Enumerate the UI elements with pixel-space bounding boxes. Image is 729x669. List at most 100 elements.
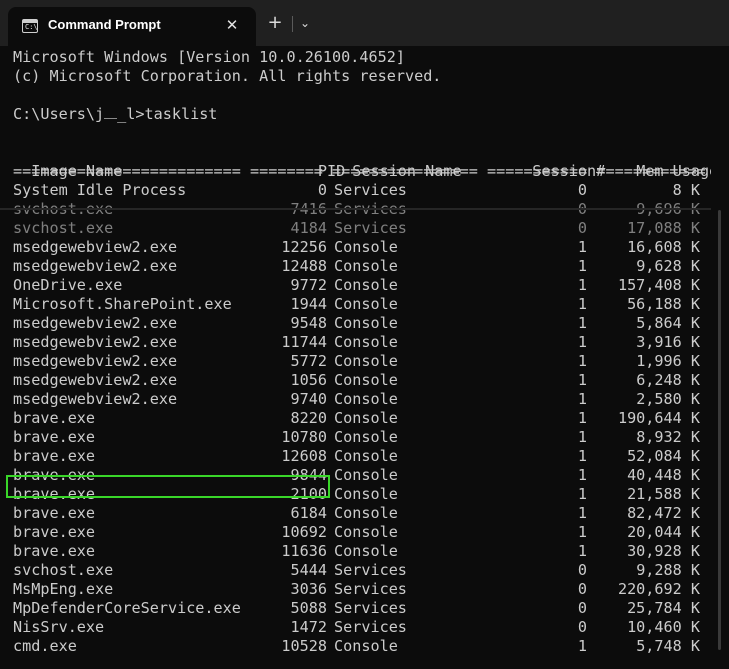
- process-mem-usage: 6,248 K: [636, 371, 700, 389]
- process-row: msedgewebview2.exe 12256 Console 1 16,608 K: [13, 238, 700, 257]
- title-bar: C:\ Command Prompt ✕ + ⌄: [0, 0, 729, 46]
- process-mem-usage: 21,588 K: [627, 485, 700, 503]
- process-pid: 12488: [281, 257, 327, 275]
- process-session-number: 1: [577, 295, 587, 313]
- cmd-icon: C:\: [22, 19, 38, 33]
- process-session-name: Console: [334, 371, 398, 389]
- process-row: msedgewebview2.exe 9548 Console 1 5,864 K: [13, 314, 700, 333]
- process-pid: 12256: [281, 238, 327, 256]
- process-mem-usage: 10,460 K: [627, 618, 700, 636]
- process-session-name: Console: [334, 428, 398, 446]
- new-tab-button[interactable]: +: [264, 12, 286, 34]
- process-name: MpDefenderCoreService.exe: [13, 599, 241, 617]
- chevron-down-icon[interactable]: ⌄: [296, 12, 314, 34]
- process-row: NisSrv.exe 1472 Services 0 10,460 K: [13, 618, 700, 637]
- process-row: brave.exe 10692 Console 1 20,044 K: [13, 523, 700, 542]
- process-mem-usage: 8,932 K: [636, 428, 700, 446]
- process-session-number: 0: [577, 561, 587, 579]
- process-pid: 9548: [290, 314, 327, 332]
- process-mem-usage: 190,644 K: [617, 409, 700, 427]
- process-mem-usage: 1,996 K: [636, 352, 700, 370]
- table-header: Image Name PID Session Name Session# Mem Usa…: [13, 143, 718, 180]
- tab-command-prompt[interactable]: C:\ Command Prompt ✕: [8, 7, 256, 46]
- process-session-name: Console: [334, 466, 398, 484]
- process-session-number: 1: [577, 314, 587, 332]
- process-session-name: Console: [334, 295, 398, 313]
- process-session-name: Console: [334, 352, 398, 370]
- process-mem-usage: 56,188 K: [627, 295, 700, 313]
- process-session-number: 0: [577, 580, 587, 598]
- process-pid: 1944: [290, 295, 327, 313]
- process-session-number: 1: [577, 447, 587, 465]
- process-mem-usage: 30,928 K: [627, 542, 700, 560]
- process-row: MsMpEng.exe 3036 Services 0 220,692 K: [13, 580, 700, 599]
- process-name: NisSrv.exe: [13, 618, 105, 636]
- redacted-text: [104, 110, 118, 119]
- process-session-name: Console: [334, 390, 398, 408]
- close-tab-icon[interactable]: ✕: [220, 14, 244, 36]
- process-row: brave.exe 6184 Console 1 82,472 K: [13, 504, 700, 523]
- process-session-number: 1: [577, 333, 587, 351]
- process-mem-usage: 2,580 K: [636, 390, 700, 408]
- process-mem-usage: 16,608 K: [627, 238, 700, 256]
- process-pid: 10692: [281, 523, 327, 541]
- command-prompt-line: C:\Users\j _l>tasklist: [13, 105, 217, 124]
- process-pid: 5772: [290, 352, 327, 370]
- process-name: cmd.exe: [13, 637, 77, 655]
- process-name: msedgewebview2.exe: [13, 333, 178, 351]
- process-row: msedgewebview2.exe 12488 Console 1 9,628 K: [13, 257, 700, 276]
- process-session-number: 0: [577, 599, 587, 617]
- process-session-name: Services: [334, 618, 407, 636]
- process-name: msedgewebview2.exe: [13, 390, 178, 408]
- process-name: Microsoft.SharePoint.exe: [13, 295, 232, 313]
- process-session-name: Services: [334, 580, 407, 598]
- process-name: msedgewebview2.exe: [13, 352, 178, 370]
- prompt-command: _l>tasklist: [117, 105, 218, 123]
- process-session-number: 1: [577, 542, 587, 560]
- process-name: msedgewebview2.exe: [13, 238, 178, 256]
- process-mem-usage: 9,288 K: [636, 561, 700, 579]
- process-pid: 5444: [290, 561, 327, 579]
- process-session-name: Services: [334, 561, 407, 579]
- process-session-number: 1: [577, 637, 587, 655]
- process-pid: 9740: [290, 390, 327, 408]
- process-session-name: Console: [334, 333, 398, 351]
- process-session-number: 1: [577, 352, 587, 370]
- process-mem-usage: 157,408 K: [617, 276, 700, 294]
- process-pid: 1472: [290, 618, 327, 636]
- process-mem-usage: 52,084 K: [627, 447, 700, 465]
- process-session-number: 1: [577, 371, 587, 389]
- process-session-number: 0: [577, 618, 587, 636]
- process-pid: 5088: [290, 599, 327, 617]
- process-session-name: Services: [334, 599, 407, 617]
- scrollbar-thumb[interactable]: [718, 210, 721, 650]
- process-row: brave.exe 12608 Console 1 52,084 K: [13, 447, 700, 466]
- process-session-number: 1: [577, 409, 587, 427]
- process-session-number: 1: [577, 428, 587, 446]
- process-row: msedgewebview2.exe 5772 Console 1 1,996 K: [13, 352, 700, 371]
- process-name: brave.exe: [13, 504, 96, 522]
- process-pid: 10780: [281, 428, 327, 446]
- process-session-number: 1: [577, 257, 587, 275]
- process-session-name: Console: [334, 257, 398, 275]
- process-name: System Idle Process: [13, 181, 187, 199]
- process-session-name: Console: [334, 542, 398, 560]
- process-mem-usage: 8 K: [672, 181, 700, 199]
- process-row: brave.exe 10780 Console 1 8,932 K: [13, 428, 700, 447]
- process-name: msedgewebview2.exe: [13, 314, 178, 332]
- process-session-name: Console: [334, 504, 398, 522]
- process-mem-usage: 3,916 K: [636, 333, 700, 351]
- process-row: MpDefenderCoreService.exe 5088 Services 0 25…: [13, 599, 700, 618]
- process-row: msedgewebview2.exe 1056 Console 1 6,248 K: [13, 371, 700, 390]
- banner-copyright: (c) Microsoft Corporation. All rights re…: [13, 67, 442, 85]
- process-name: brave.exe: [13, 409, 96, 427]
- process-name: OneDrive.exe: [13, 276, 123, 294]
- process-pid: 0: [317, 181, 327, 199]
- process-mem-usage: 5,748 K: [636, 637, 700, 655]
- process-mem-usage: 17,088 K: [627, 219, 700, 237]
- process-pid: 11636: [281, 542, 327, 560]
- process-session-number: 1: [577, 485, 587, 503]
- process-row: brave.exe 11636 Console 1 30,928 K: [13, 542, 700, 561]
- process-name: svchost.exe: [13, 219, 114, 237]
- process-pid: 1056: [290, 371, 327, 389]
